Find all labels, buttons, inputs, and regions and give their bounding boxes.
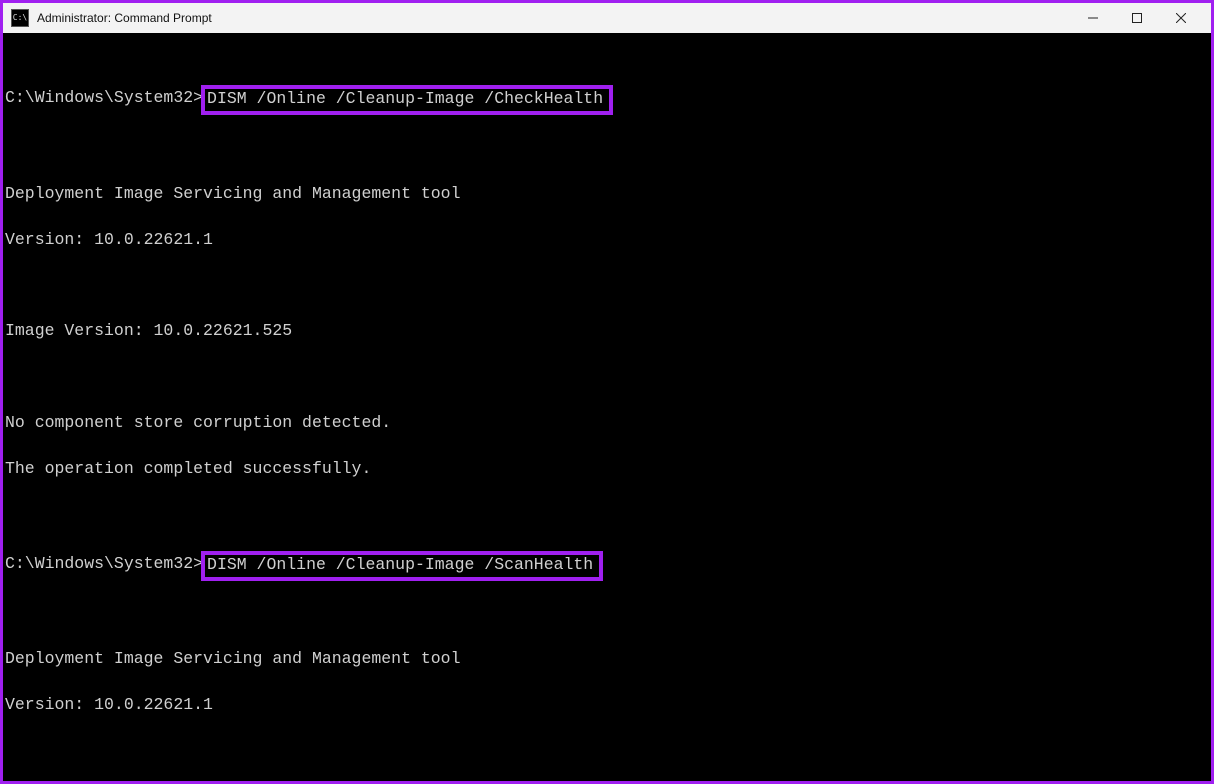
prompt-line-1: C:\Windows\System32>DISM /Online /Cleanu… <box>5 84 1209 114</box>
blank-line <box>5 137 1209 160</box>
prompt-prefix: C:\Windows\System32> <box>5 554 203 573</box>
blank-line <box>5 603 1209 626</box>
app-icon-text: C:\ <box>13 14 27 22</box>
highlighted-command-2: DISM /Online /Cleanup-Image /ScanHealth <box>201 551 603 581</box>
blank-line <box>5 366 1209 389</box>
maximize-button[interactable] <box>1115 3 1159 33</box>
window-title: Administrator: Command Prompt <box>37 11 212 25</box>
blank-line <box>5 504 1209 527</box>
title-bar[interactable]: C:\ Administrator: Command Prompt <box>3 3 1211 33</box>
output-line: Image Version: 10.0.22621.525 <box>5 320 1209 343</box>
command-prompt-window: C:\ Administrator: Command Prompt C:\Win… <box>0 0 1214 784</box>
output-line: Deployment Image Servicing and Managemen… <box>5 648 1209 671</box>
app-icon: C:\ <box>11 9 29 27</box>
terminal-output[interactable]: C:\Windows\System32>DISM /Online /Cleanu… <box>3 33 1211 781</box>
output-line: Version: 10.0.22621.1 <box>5 694 1209 717</box>
output-line: Version: 10.0.22621.1 <box>5 229 1209 252</box>
prompt-prefix: C:\Windows\System32> <box>5 88 203 107</box>
output-line: No component store corruption detected. <box>5 412 1209 435</box>
prompt-line-2: C:\Windows\System32>DISM /Online /Cleanu… <box>5 550 1209 580</box>
window-controls <box>1071 3 1203 33</box>
close-button[interactable] <box>1159 3 1203 33</box>
highlighted-command-1: DISM /Online /Cleanup-Image /CheckHealth <box>201 85 613 115</box>
minimize-button[interactable] <box>1071 3 1115 33</box>
blank-line <box>5 275 1209 298</box>
output-line: Deployment Image Servicing and Managemen… <box>5 183 1209 206</box>
blank-line <box>5 740 1209 763</box>
output-line: The operation completed successfully. <box>5 458 1209 481</box>
